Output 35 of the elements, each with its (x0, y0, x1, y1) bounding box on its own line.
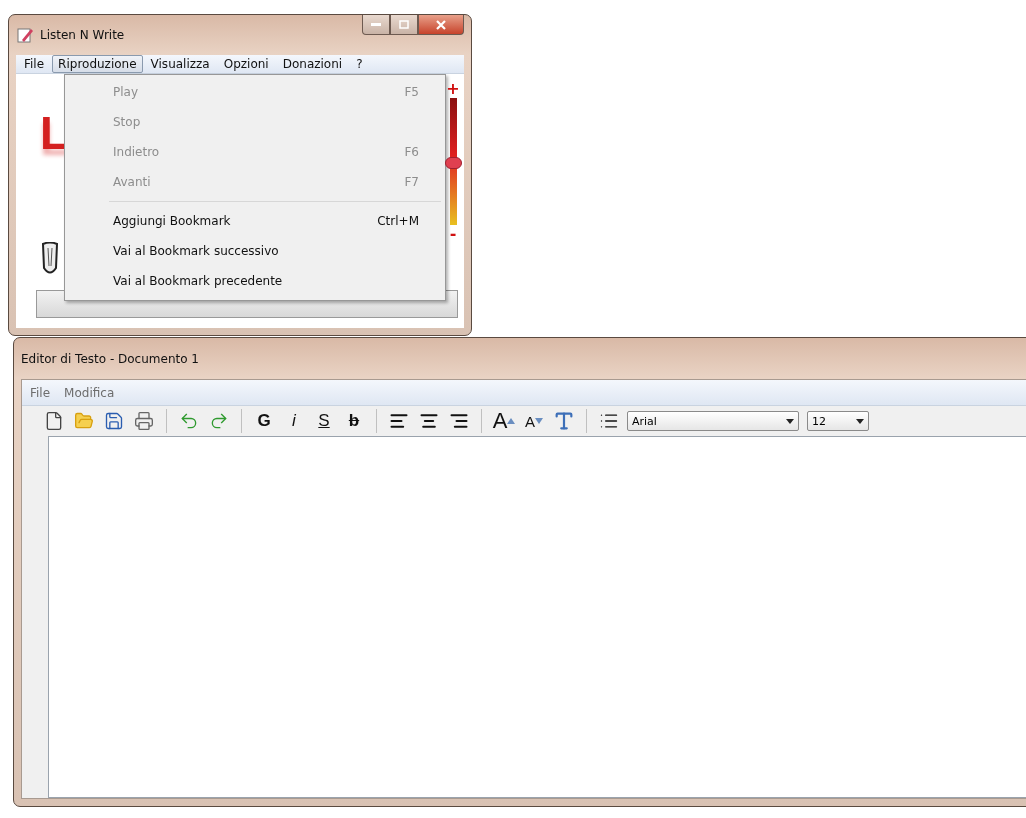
maximize-icon (399, 20, 409, 29)
volume-plus-label: + (446, 80, 460, 98)
window-title: Editor di Testo - Documento 1 (21, 351, 199, 366)
menu-item[interactable]: ? (350, 55, 369, 73)
menu-option[interactable]: Vai al Bookmark precedente (65, 266, 445, 296)
menu-option[interactable]: Aggiungi Bookmark Ctrl+M (65, 206, 445, 236)
print-button[interactable] (132, 409, 156, 433)
font-dropdown[interactable]: Arial (627, 411, 799, 431)
minimize-button[interactable] (362, 15, 390, 35)
bold-button[interactable]: G (252, 409, 276, 433)
strikethrough-button[interactable]: b (342, 409, 366, 433)
menu-item[interactable]: Donazioni (276, 55, 349, 73)
close-button[interactable] (418, 15, 464, 35)
menu-option[interactable]: Vai al Bookmark successivo (65, 236, 445, 266)
caret-icon (786, 418, 794, 424)
grow-font-button[interactable]: A (492, 409, 516, 433)
font-size-dropdown[interactable]: 12 (807, 411, 869, 431)
minimize-icon (371, 22, 381, 27)
italic-button[interactable]: i (282, 409, 306, 433)
down-triangle-icon (535, 418, 543, 424)
up-triangle-icon (507, 418, 516, 424)
menu-item[interactable]: Riproduzione (52, 55, 143, 73)
underline-button[interactable]: S (312, 409, 336, 433)
menu-item[interactable]: Modifica (58, 383, 121, 402)
menu-item[interactable]: File (18, 55, 51, 73)
close-icon (436, 19, 446, 30)
window-title: Listen N Write (40, 28, 125, 42)
menu-item[interactable]: Opzioni (217, 55, 275, 73)
caret-icon (856, 418, 864, 424)
maximize-button[interactable] (390, 15, 418, 35)
shrink-font-button[interactable]: A (522, 409, 546, 433)
app-icon (16, 26, 34, 44)
menu-item[interactable]: Visualizza (144, 55, 216, 73)
volume-minus-label: - (449, 225, 457, 243)
menu-item[interactable]: File (24, 383, 57, 402)
